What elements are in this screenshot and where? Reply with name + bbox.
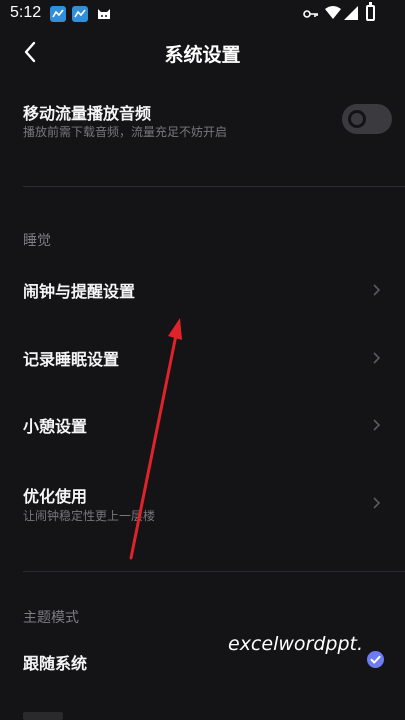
signal-icon	[344, 6, 358, 20]
wifi-icon	[325, 6, 341, 19]
settings-item-subtitle: 让闹钟稳定性更上一层楼	[23, 509, 156, 523]
settings-item-sleep-record[interactable]: 记录睡眠设置	[0, 336, 405, 380]
app-notification-icon	[72, 6, 88, 22]
settings-item-label: 小憩设置	[23, 417, 88, 436]
section-label-theme: 主题模式	[23, 610, 79, 626]
app-notification-icon	[50, 6, 66, 22]
chevron-right-icon	[373, 497, 381, 509]
settings-item-alarm-reminder[interactable]: 闹钟与提醒设置	[0, 268, 405, 312]
chevron-right-icon	[373, 284, 381, 296]
checkmark-icon	[367, 651, 384, 668]
battery-icon	[366, 2, 375, 21]
section-label-sleep: 睡觉	[23, 233, 51, 249]
watermark-text: excelwordppt.	[228, 633, 363, 655]
theme-option-label: 跟随系统	[23, 654, 88, 673]
settings-item-nap[interactable]: 小憩设置	[0, 403, 405, 447]
settings-item-label: 记录睡眠设置	[23, 350, 120, 369]
mobile-data-audio-subtitle: 播放前需下载音频，流量充足不妨开启	[23, 125, 228, 139]
toggle-knob	[348, 110, 366, 128]
settings-item-label: 优化使用	[23, 487, 88, 506]
header: 系统设置	[0, 28, 405, 76]
divider	[23, 186, 405, 187]
status-time: 5:12	[10, 4, 42, 21]
mobile-data-audio-title: 移动流量播放音频	[23, 104, 152, 123]
page-title: 系统设置	[164, 44, 241, 66]
cat-icon	[98, 9, 110, 19]
status-bar: 5:12	[0, 0, 405, 28]
chevron-right-icon	[373, 352, 381, 364]
settings-item-optimize-usage[interactable]: 优化使用 让闹钟稳定性更上一层楼	[0, 478, 405, 530]
mobile-data-audio-toggle[interactable]	[342, 104, 392, 134]
settings-item-label: 闹钟与提醒设置	[23, 282, 136, 301]
chevron-right-icon	[373, 419, 381, 431]
next-item-peek	[23, 712, 63, 720]
divider	[23, 571, 405, 572]
key-icon	[303, 10, 318, 18]
